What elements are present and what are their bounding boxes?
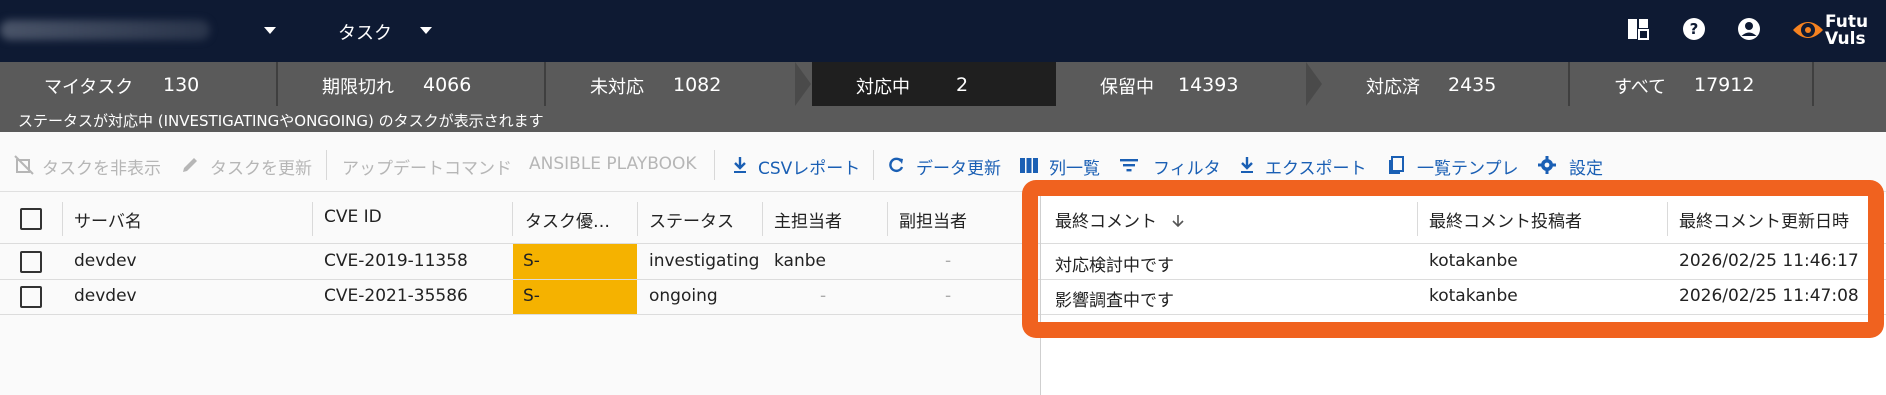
row-checkbox[interactable] <box>20 286 42 308</box>
status-value: investigating <box>649 251 760 271</box>
svg-text:?: ? <box>1690 20 1699 38</box>
tab-on-hold[interactable]: 保留中 14393 <box>1056 62 1306 106</box>
column-header-status[interactable]: ステータス <box>649 194 734 244</box>
toolbar-divider <box>873 150 874 180</box>
tab-my-tasks[interactable]: マイタスク 130 <box>0 62 278 106</box>
status-filter-bar: マイタスク 130 期限切れ 4066 未対応 1082 対応中 2 保留中 1… <box>0 62 1886 106</box>
org-dropdown-caret-icon[interactable] <box>264 27 276 34</box>
row-checkbox[interactable] <box>20 251 42 273</box>
download-icon <box>734 157 746 173</box>
filter-icon <box>1120 159 1138 172</box>
account-icon[interactable] <box>1736 16 1762 42</box>
tab-overdue[interactable]: 期限切れ 4066 <box>278 62 546 106</box>
annotation-highlight-box <box>1022 180 1884 338</box>
main-assignee: - <box>820 286 827 306</box>
sub-assignee: - <box>945 286 952 306</box>
hide-icon <box>14 155 34 175</box>
column-header-cve[interactable]: CVE ID <box>324 194 382 244</box>
chevron-right-icon <box>795 62 811 106</box>
toolbar-divider <box>714 150 715 180</box>
column-header-sub-assignee[interactable]: 副担当者 <box>899 194 967 244</box>
tab-in-progress[interactable]: 対応中 2 <box>812 62 1056 106</box>
template-icon <box>1389 156 1404 174</box>
row-divider <box>0 314 1040 315</box>
column-divider <box>62 202 63 236</box>
help-icon[interactable]: ? <box>1681 16 1707 42</box>
column-divider <box>887 202 888 236</box>
page-menu-title[interactable]: タスク <box>338 19 392 45</box>
pencil-icon <box>183 158 197 172</box>
server-name[interactable]: devdev <box>74 251 137 271</box>
column-divider <box>762 202 763 236</box>
toolbar-divider <box>326 150 327 180</box>
tab-resolved[interactable]: 対応済 2435 <box>1322 62 1570 106</box>
priority-value: S- <box>523 286 540 306</box>
sub-assignee: - <box>945 251 952 271</box>
organization-name-blurred[interactable] <box>0 20 210 40</box>
tab-all[interactable]: すべて 17912 <box>1570 62 1814 106</box>
chevron-right-icon <box>1306 62 1322 106</box>
columns-icon <box>1020 158 1038 173</box>
download-icon <box>1241 157 1253 173</box>
status-value: ongoing <box>649 286 718 306</box>
tab-not-started[interactable]: 未対応 1082 <box>546 62 812 106</box>
top-navigation-bar: タスク ? Futu Vuls <box>0 0 1886 62</box>
select-all-checkbox[interactable] <box>20 208 42 230</box>
column-divider <box>512 202 513 236</box>
column-divider <box>312 202 313 236</box>
column-header-main-assignee[interactable]: 主担当者 <box>774 194 842 244</box>
column-header-server[interactable]: サーバ名 <box>74 194 142 244</box>
column-header-priority[interactable]: タスク優… <box>525 194 610 244</box>
column-divider <box>637 202 638 236</box>
dashboard-icon[interactable] <box>1625 16 1651 42</box>
gear-icon <box>1538 156 1556 174</box>
futurevuls-logo-icon[interactable] <box>1790 12 1826 48</box>
main-assignee: kanbe <box>774 251 826 271</box>
server-name[interactable]: devdev <box>74 286 137 306</box>
logo-text: Futu Vuls <box>1825 12 1869 49</box>
priority-value: S- <box>523 251 540 271</box>
status-description: ステータスが対応中 (INVESTIGATINGやONGOING) のタスクが表… <box>0 106 1886 132</box>
refresh-icon <box>889 157 904 173</box>
page-menu-caret-icon[interactable] <box>420 27 432 34</box>
cve-id[interactable]: CVE-2021-35586 <box>324 286 468 306</box>
cve-id[interactable]: CVE-2019-11358 <box>324 251 468 271</box>
